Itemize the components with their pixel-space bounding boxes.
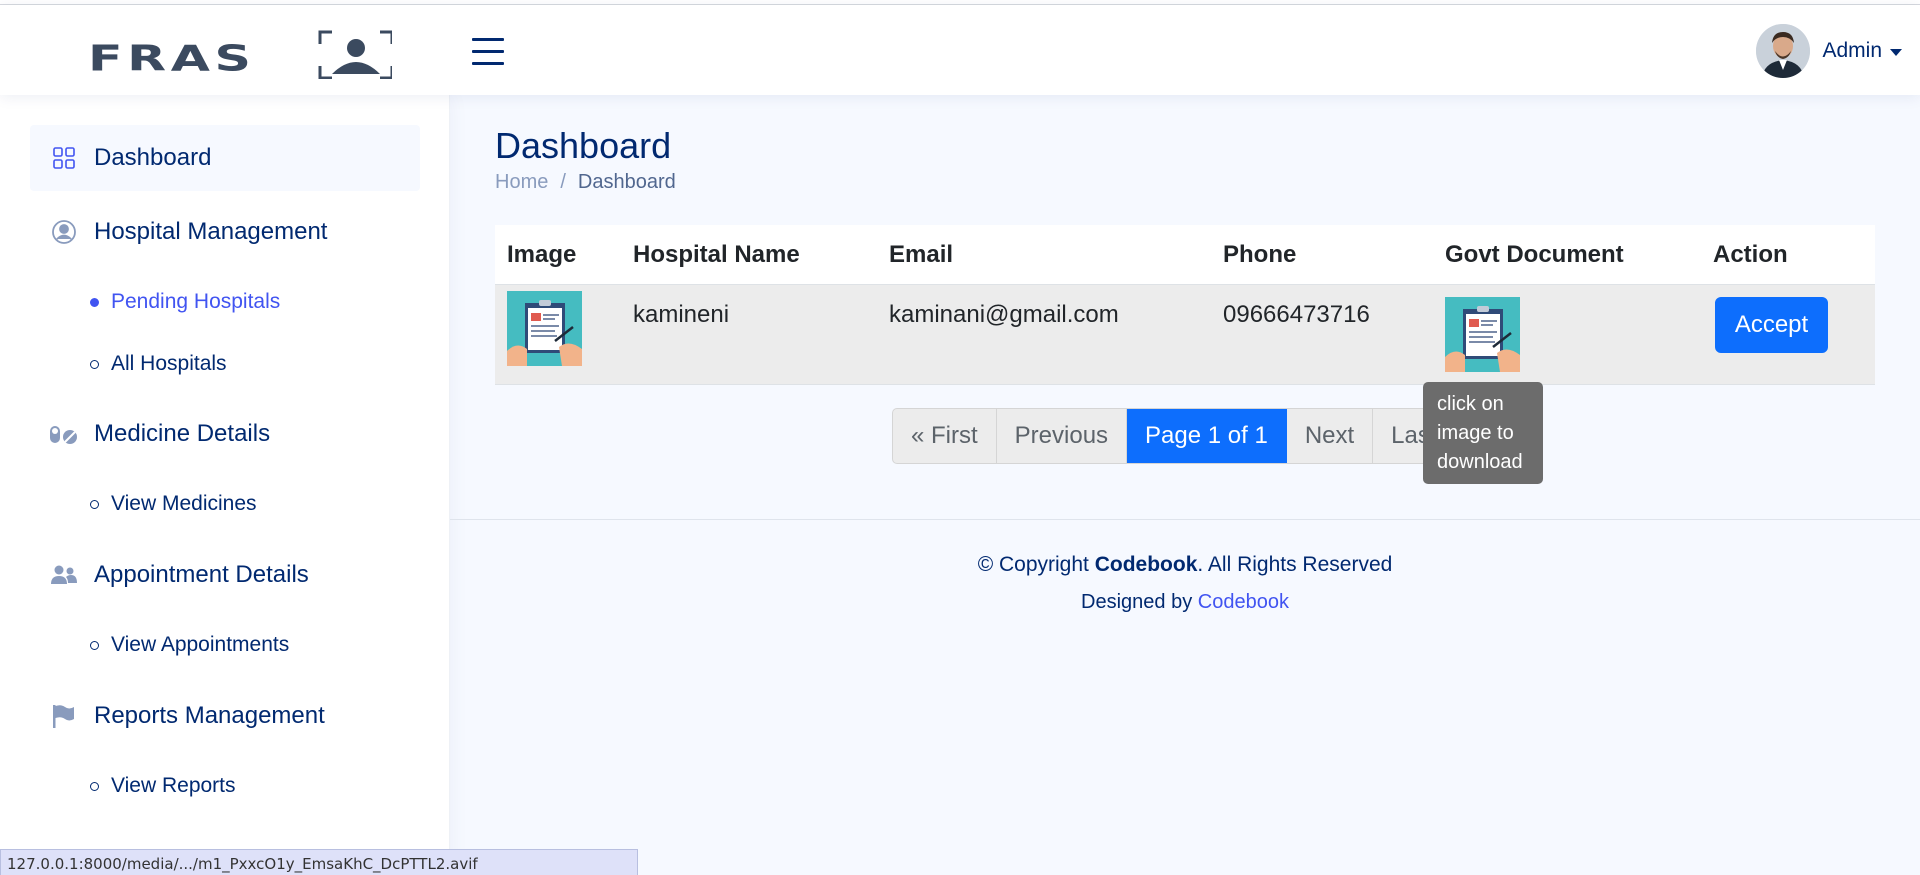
sidebar-subitem-all-hospitals[interactable]: All Hospitals <box>90 344 227 384</box>
sidebar-item-label: Reports Management <box>94 702 325 729</box>
person-circle-icon <box>48 216 80 248</box>
govt-document-thumbnail[interactable] <box>1445 297 1520 372</box>
hospital-image-thumbnail[interactable] <box>507 291 582 366</box>
download-tooltip: click on image to download <box>1423 382 1543 484</box>
column-header-govt-document: Govt Document <box>1445 240 1624 268</box>
table-row: kamineni kaminani@gmail.com 09666473716 <box>495 285 1875 385</box>
top-header: FRAS Admin <box>0 5 1920 95</box>
medical-record-image <box>1445 297 1520 372</box>
sidebar-subitem-label: All Hospitals <box>111 352 227 375</box>
column-header-email: Email <box>889 240 954 268</box>
column-header-action: Action <box>1713 240 1788 268</box>
breadcrumb: Home / Dashboard <box>495 171 676 194</box>
accept-button[interactable]: Accept <box>1715 297 1828 353</box>
sidebar-item-appointment-details[interactable]: Appointment Details <box>30 542 420 608</box>
sidebar-subitem-label: View Reports <box>111 774 236 797</box>
pagination-first-button[interactable]: « First <box>893 409 997 463</box>
breadcrumb-separator: / <box>560 171 566 193</box>
sidebar-subitem-view-appointments[interactable]: View Appointments <box>90 625 289 665</box>
sidebar: Dashboard Hospital Management Pending Ho… <box>0 95 450 875</box>
footer-credits: Designed by Codebook <box>450 591 1920 614</box>
pagination: « First Previous Page 1 of 1 Next Last » <box>892 408 1476 464</box>
menu-toggle-icon[interactable] <box>470 35 508 69</box>
breadcrumb-home-link[interactable]: Home <box>495 171 548 194</box>
flag-icon <box>48 700 80 732</box>
profile-name: Admin <box>1822 39 1882 62</box>
breadcrumb-current: Dashboard <box>577 171 676 193</box>
medical-record-image <box>507 291 582 366</box>
people-icon <box>48 559 80 591</box>
sidebar-subitem-label: View Medicines <box>111 492 257 515</box>
bullet-icon <box>90 640 99 650</box>
sidebar-subitem-view-reports[interactable]: View Reports <box>90 766 236 806</box>
phone-cell: 09666473716 <box>1223 301 1370 328</box>
svg-text:FRAS: FRAS <box>88 39 256 79</box>
footer-divider <box>450 519 1920 520</box>
main-content: Dashboard Home / Dashboard Image Hospita… <box>450 95 1920 875</box>
sidebar-item-reports-management[interactable]: Reports Management <box>30 683 420 749</box>
bullet-icon <box>90 499 99 509</box>
capsule-icon <box>48 418 80 450</box>
grid-icon <box>48 142 80 174</box>
designer-link[interactable]: Codebook <box>1198 591 1289 613</box>
sidebar-item-dashboard[interactable]: Dashboard <box>30 125 420 191</box>
bullet-icon <box>90 359 99 369</box>
chevron-down-icon <box>1890 48 1902 56</box>
sidebar-subitem-view-medicines[interactable]: View Medicines <box>90 484 257 524</box>
sidebar-item-label: Hospital Management <box>94 218 328 245</box>
bullet-icon <box>90 297 99 307</box>
footer-copyright: © Copyright Codebook. All Rights Reserve… <box>450 553 1920 577</box>
sidebar-item-label: Dashboard <box>94 144 212 171</box>
sidebar-subitem-label: View Appointments <box>111 633 290 656</box>
bullet-icon <box>90 781 99 791</box>
hospital-name-cell: kamineni <box>633 301 730 328</box>
sidebar-item-hospital-management[interactable]: Hospital Management <box>30 199 420 265</box>
column-header-phone: Phone <box>1223 240 1297 268</box>
fraso-logo[interactable]: FRAS <box>88 29 394 80</box>
page-title: Dashboard <box>495 125 672 166</box>
copyright-prefix: © Copyright <box>977 553 1089 576</box>
copyright-brand: Codebook <box>1094 553 1198 576</box>
copyright-suffix: . All Rights Reserved <box>1197 553 1393 576</box>
profile-dropdown[interactable]: Admin <box>1756 23 1902 79</box>
pagination-previous-button[interactable]: Previous <box>997 409 1128 463</box>
pagination-next-button[interactable]: Next <box>1287 409 1374 463</box>
pagination-current-page: Page 1 of 1 <box>1127 409 1287 463</box>
sidebar-item-label: Appointment Details <box>94 561 309 588</box>
column-header-hospital-name: Hospital Name <box>633 240 800 268</box>
table-header: Image Hospital Name Email Phone Govt Doc… <box>495 225 1875 285</box>
browser-status-bar: 127.0.0.1:8000/media/.../m1_PxxcO1y_Emsa… <box>0 849 638 875</box>
sidebar-subitem-label: Pending Hospitals <box>111 290 281 313</box>
logo-graphic: FRAS <box>88 30 394 80</box>
avatar <box>1756 24 1811 78</box>
sidebar-subitem-pending-hospitals[interactable]: Pending Hospitals <box>90 282 280 322</box>
designed-by-label: Designed by <box>1081 591 1193 613</box>
pending-hospitals-table: Image Hospital Name Email Phone Govt Doc… <box>495 225 1875 385</box>
column-header-image: Image <box>507 240 577 268</box>
sidebar-item-medicine-details[interactable]: Medicine Details <box>30 401 420 467</box>
email-cell: kaminani@gmail.com <box>889 301 1119 328</box>
sidebar-item-label: Medicine Details <box>94 420 271 447</box>
